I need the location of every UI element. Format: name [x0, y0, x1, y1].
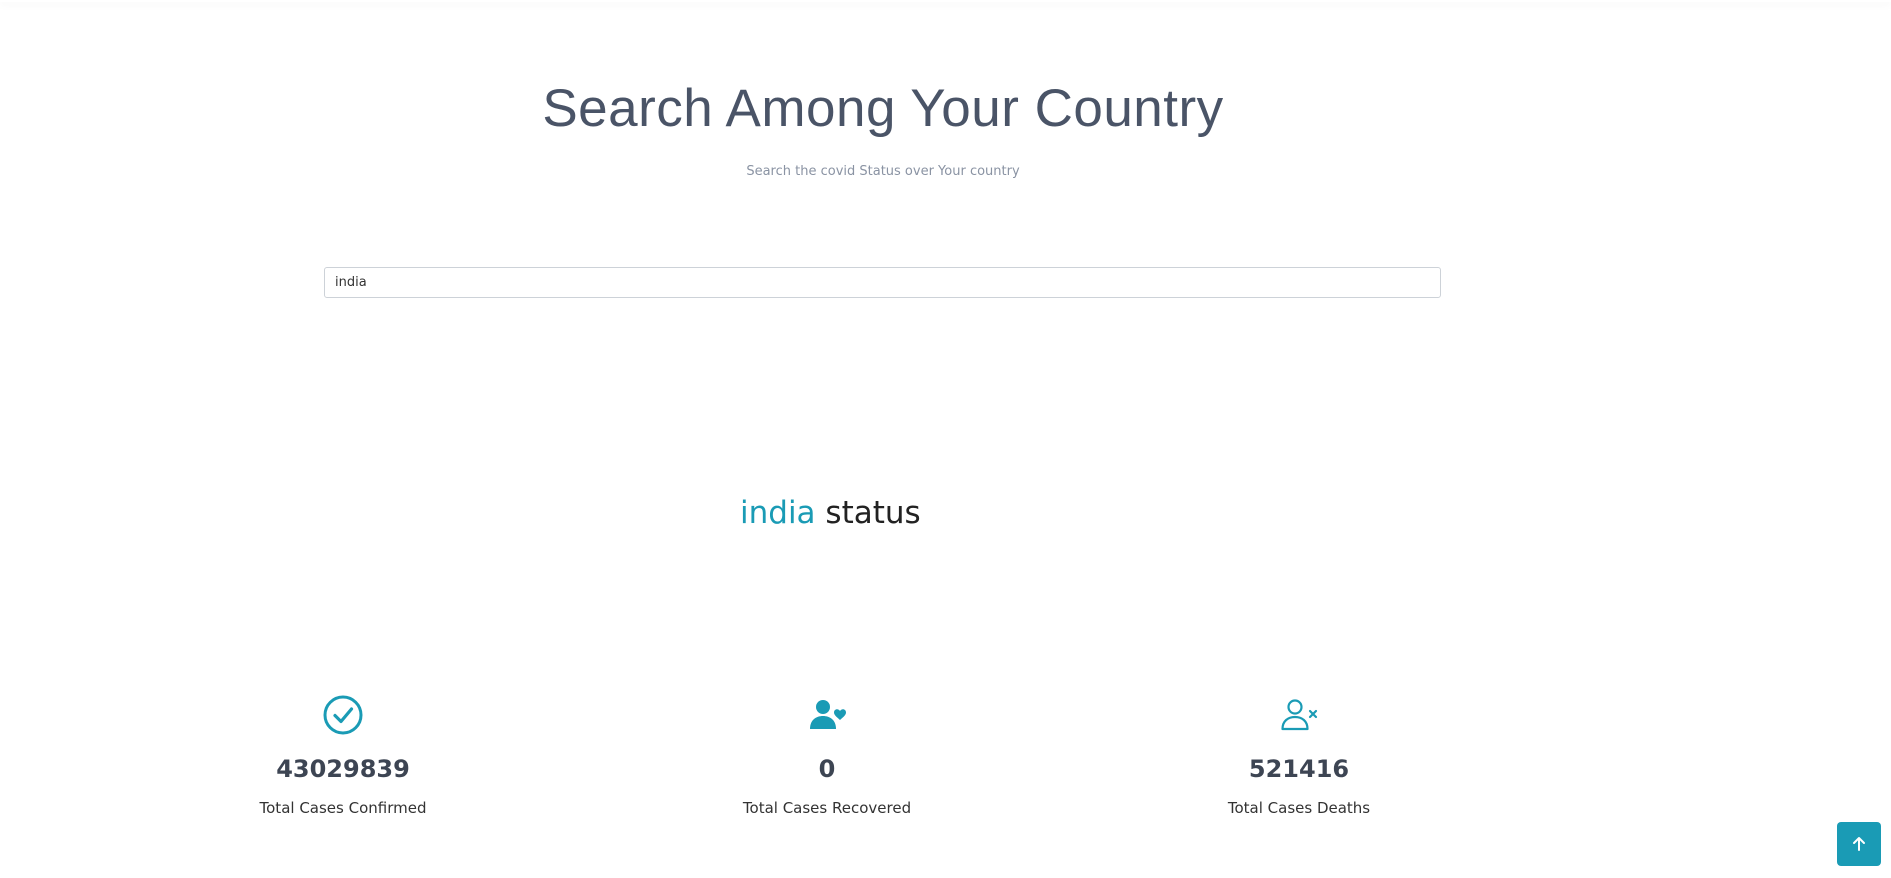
- page-title: Search Among Your Country: [542, 79, 1224, 138]
- stat-confirmed: 43029839 Total Cases Confirmed: [193, 693, 493, 818]
- stat-deaths-value: 521416: [1248, 755, 1350, 783]
- stat-recovered-label: Total Cases Recovered: [742, 799, 912, 817]
- person-x-icon: [1281, 699, 1318, 731]
- stat-recovered: 0 Total Cases Recovered: [677, 693, 977, 818]
- page: Search Among Your Country Search the cov…: [0, 0, 1891, 878]
- header-shadow: [0, 0, 1891, 2]
- stat-confirmed-label: Total Cases Confirmed: [259, 799, 427, 817]
- country-search-input[interactable]: [324, 267, 1441, 298]
- status-country: india: [740, 495, 816, 531]
- person-heart-icon: [810, 700, 846, 729]
- stat-deaths: 521416 Total Cases Deaths: [1149, 693, 1449, 818]
- arrow-up-icon: [1853, 837, 1865, 851]
- check-circle-icon: [323, 695, 363, 735]
- page-subtitle: Search the covid Status over Your countr…: [746, 164, 1020, 179]
- status-heading: india status: [740, 495, 921, 531]
- stat-recovered-value: 0: [818, 755, 836, 783]
- status-suffix: status: [825, 495, 921, 531]
- stat-confirmed-value: 43029839: [276, 755, 410, 783]
- stat-deaths-label: Total Cases Deaths: [1227, 799, 1371, 817]
- back-to-top-button[interactable]: [1837, 822, 1881, 866]
